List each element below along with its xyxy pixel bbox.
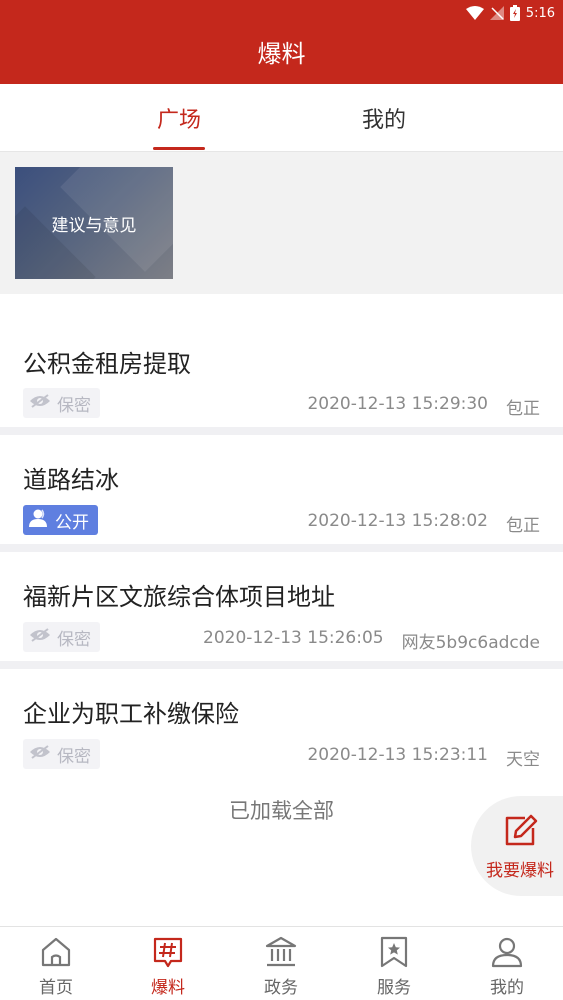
user-icon [29, 509, 49, 532]
nav-label: 政务 [264, 978, 298, 998]
privacy-badge: 保密 [23, 739, 100, 769]
active-tab-indicator [153, 147, 205, 150]
nav-item-home[interactable]: 首页 [0, 927, 112, 1000]
nav-label: 我的 [490, 978, 524, 998]
status-bar: 5:16 [465, 2, 555, 24]
post-meta: 2020-12-13 15:28:02 包正 [307, 511, 540, 536]
post-datetime: 2020-12-13 15:26:05 [203, 628, 384, 648]
post-datetime: 2020-12-13 15:29:30 [307, 394, 488, 414]
post-author: 天空 [506, 750, 540, 770]
nav-item-mine[interactable]: 我的 [451, 927, 563, 1000]
post-title: 道路结冰 [23, 466, 119, 494]
nav-item-services[interactable]: 服务 [338, 927, 450, 1000]
fab-label: 我要爆料 [486, 861, 554, 881]
no-signal-icon [489, 6, 504, 20]
nav-label: 爆料 [151, 978, 185, 998]
wifi-icon [465, 6, 484, 20]
privacy-badge: 保密 [23, 388, 100, 418]
post-author: 包正 [506, 516, 540, 536]
privacy-label: 保密 [57, 629, 91, 650]
page-title: 爆料 [257, 40, 306, 68]
list-item[interactable]: 公积金租房提取 保密 2020-12-13 15:29:30 包正 [0, 294, 563, 427]
post-datetime: 2020-12-13 15:23:11 [307, 745, 488, 765]
divider [0, 661, 563, 669]
bookmark-star-icon [377, 935, 411, 969]
tab-bar: 广场 我的 [0, 84, 563, 152]
government-building-icon [264, 935, 298, 969]
post-meta: 2020-12-13 15:23:11 天空 [307, 745, 540, 770]
bottom-nav: 首页 爆料 政务 服务 我的 [0, 926, 563, 1000]
banner-label: 建议与意见 [51, 216, 137, 236]
eye-off-icon [29, 393, 51, 413]
post-datetime: 2020-12-13 15:28:02 [307, 511, 488, 531]
app-header: 5:16 爆料 [0, 0, 563, 84]
tab-square[interactable]: 广场 [129, 102, 229, 134]
post-title: 福新片区文旅综合体项目地址 [23, 583, 335, 611]
nav-item-report[interactable]: 爆料 [112, 927, 224, 1000]
user-icon [490, 935, 524, 969]
nav-label: 服务 [377, 978, 411, 998]
post-meta: 2020-12-13 15:29:30 包正 [307, 394, 540, 419]
battery-charging-icon [509, 5, 520, 21]
privacy-label: 保密 [57, 746, 91, 767]
post-meta: 2020-12-13 15:26:05 网友5b9c6adcde [203, 628, 540, 653]
privacy-label: 公开 [55, 512, 89, 533]
nav-item-government[interactable]: 政务 [225, 927, 337, 1000]
list-item[interactable]: 企业为职工补缴保险 保密 2020-12-13 15:23:11 天空 [0, 669, 563, 802]
privacy-badge: 公开 [23, 505, 98, 535]
post-author: 网友5b9c6adcde [401, 633, 540, 653]
privacy-label: 保密 [57, 395, 91, 416]
post-title: 企业为职工补缴保险 [23, 700, 239, 728]
banner-area: 建议与意见 [0, 152, 563, 294]
edit-icon [503, 814, 539, 852]
eye-off-icon [29, 744, 51, 764]
divider [0, 544, 563, 552]
eye-off-icon [29, 627, 51, 647]
hashtag-icon [151, 935, 185, 969]
home-icon [39, 935, 73, 969]
suggestions-banner[interactable]: 建议与意见 [15, 167, 173, 279]
report-fab-button[interactable]: 我要爆料 [471, 796, 563, 896]
post-author: 包正 [506, 399, 540, 419]
privacy-badge: 保密 [23, 622, 100, 652]
tab-mine[interactable]: 我的 [334, 102, 434, 134]
status-time: 5:16 [525, 5, 555, 21]
nav-label: 首页 [39, 978, 73, 998]
divider [0, 427, 563, 435]
post-title: 公积金租房提取 [23, 350, 191, 378]
